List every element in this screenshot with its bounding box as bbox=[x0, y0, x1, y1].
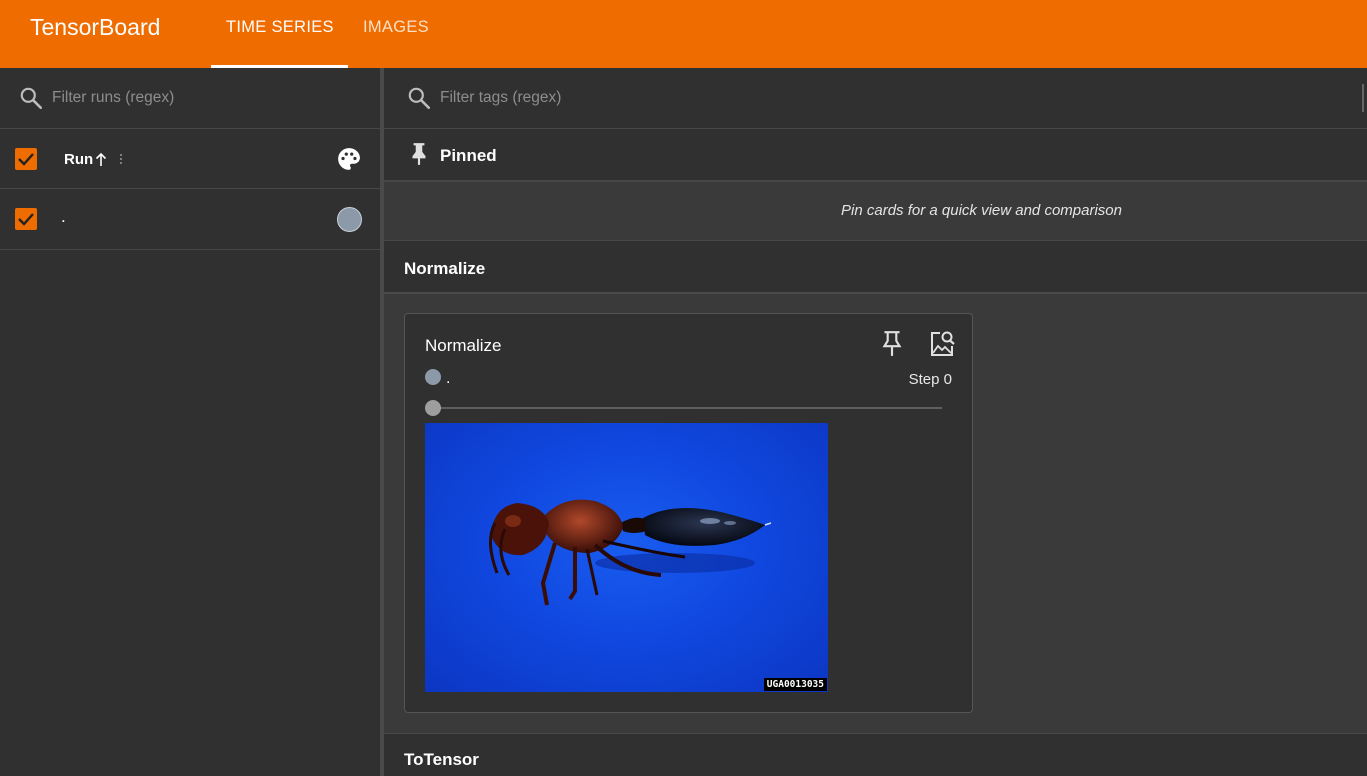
top-app-bar: TensorBoard TIME SERIES IMAGES bbox=[0, 0, 1367, 68]
tags-filter-input[interactable]: Filter tags (regex) bbox=[440, 89, 561, 107]
divider bbox=[1362, 84, 1364, 112]
app-title: TensorBoard bbox=[30, 14, 161, 40]
tags-filter[interactable]: Filter tags (regex) bbox=[384, 68, 1367, 129]
run-checkbox[interactable] bbox=[15, 208, 37, 230]
check-icon bbox=[18, 153, 34, 166]
search-icon bbox=[408, 87, 431, 110]
sample-image: UGA0013035 bbox=[425, 423, 828, 692]
run-column-label[interactable]: Run bbox=[64, 151, 93, 168]
ant-illustration bbox=[489, 499, 772, 606]
search-icon bbox=[20, 87, 43, 110]
card-title: Normalize bbox=[425, 336, 502, 355]
runs-table-header: Run bbox=[0, 129, 380, 189]
runs-filter-input[interactable]: Filter runs (regex) bbox=[52, 89, 174, 107]
run-color-dot bbox=[425, 369, 441, 385]
runs-sidebar: Filter runs (regex) Run . bbox=[0, 68, 380, 776]
check-icon bbox=[18, 213, 34, 226]
image-zoom-icon[interactable] bbox=[927, 329, 957, 359]
palette-icon[interactable] bbox=[336, 146, 362, 172]
run-row[interactable]: . bbox=[0, 189, 380, 250]
column-menu-icon[interactable] bbox=[118, 153, 124, 165]
pinned-title: Pinned bbox=[440, 146, 497, 165]
image-card: Normalize . Step 0 UGA0013035 bbox=[404, 313, 973, 713]
run-color-swatch[interactable] bbox=[337, 207, 362, 232]
pin-icon bbox=[412, 143, 426, 165]
sort-ascending-icon[interactable] bbox=[94, 151, 108, 167]
image-caption-stamp: UGA0013035 bbox=[763, 678, 827, 691]
pinned-empty-state: Pin cards for a quick view and compariso… bbox=[384, 184, 1367, 241]
group-header-normalize[interactable]: Normalize bbox=[384, 241, 1367, 294]
step-slider-track[interactable] bbox=[433, 407, 942, 409]
pinned-empty-message: Pin cards for a quick view and compariso… bbox=[841, 202, 1122, 219]
step-label: Step 0 bbox=[908, 371, 952, 388]
tab-images[interactable]: IMAGES bbox=[363, 18, 429, 37]
main-content: Filter tags (regex) Pinned Pin cards for… bbox=[384, 68, 1367, 776]
card-run-name: . bbox=[446, 370, 451, 387]
pinned-section-header: Pinned bbox=[384, 129, 1367, 182]
group-title: Normalize bbox=[404, 259, 486, 278]
tab-time-series[interactable]: TIME SERIES bbox=[226, 18, 334, 37]
runs-filter[interactable]: Filter runs (regex) bbox=[0, 68, 380, 129]
run-name: . bbox=[61, 207, 66, 226]
step-slider-thumb[interactable] bbox=[425, 400, 441, 416]
select-all-checkbox[interactable] bbox=[15, 148, 37, 170]
group-title: ToTensor bbox=[404, 750, 479, 769]
group-header-totensor[interactable]: ToTensor bbox=[384, 733, 1367, 776]
pin-icon[interactable] bbox=[879, 329, 905, 357]
